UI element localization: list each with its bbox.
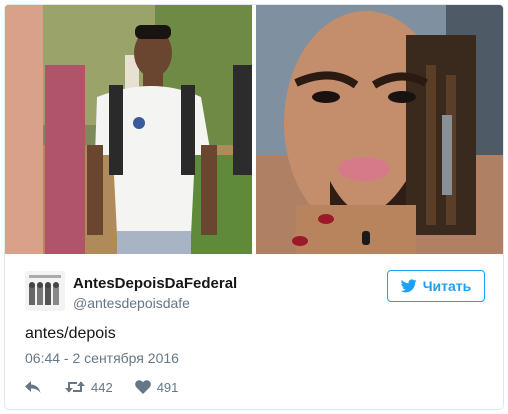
photo-before[interactable] [5, 5, 252, 254]
retweet-count: 442 [91, 379, 113, 395]
tweet-media [5, 5, 503, 254]
tweet-timestamp[interactable]: 06:44 - 2 сентября 2016 [25, 350, 179, 366]
follow-label: Читать [422, 278, 472, 294]
display-name[interactable]: AntesDepoisDaFederal [73, 275, 237, 292]
tweet-actions: 442 491 [25, 377, 178, 397]
avatar[interactable] [25, 271, 65, 311]
like-button[interactable]: 491 [134, 379, 179, 395]
user-handle[interactable]: @antesdepoisdafe [73, 295, 190, 311]
retweet-button[interactable]: 442 [65, 380, 113, 395]
tweet-text: antes/depois [25, 325, 116, 342]
reply-button[interactable] [25, 380, 41, 394]
photo-after[interactable] [256, 5, 503, 254]
heart-icon [134, 380, 151, 394]
bird-icon [400, 279, 417, 293]
tweet-card: AntesDepoisDaFederal @antesdepoisdafe Чи… [4, 4, 504, 410]
reply-icon [25, 381, 41, 393]
like-count: 491 [156, 379, 179, 395]
follow-button[interactable]: Читать [387, 270, 485, 302]
retweet-icon [65, 381, 85, 393]
